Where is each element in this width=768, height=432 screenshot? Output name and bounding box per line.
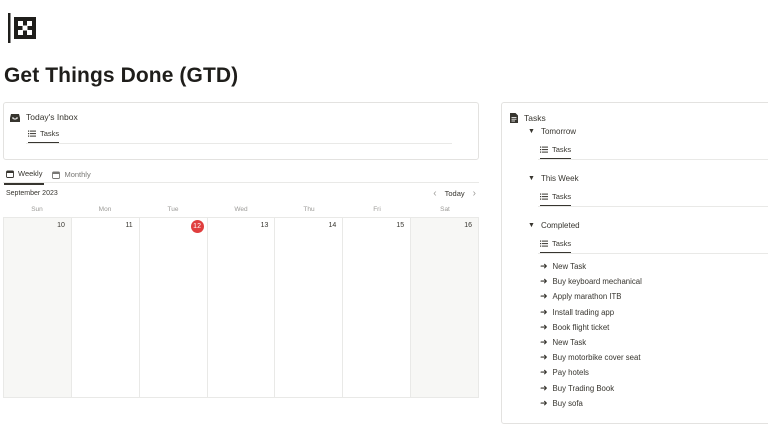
tasks-header[interactable]: Tasks xyxy=(510,113,546,123)
arrow-right-icon: ➜ xyxy=(540,337,548,348)
calendar-day-cell[interactable]: 10 xyxy=(4,218,72,397)
weekday-label: Sat xyxy=(440,206,450,213)
tasks-title: Tasks xyxy=(524,113,546,123)
tasks-database: Tasks ▼ Tomorrow Tasks ▼ This Week Tasks… xyxy=(501,102,768,424)
task-title: Apply marathon ITB xyxy=(552,292,622,302)
task-item[interactable]: ➜ New Task xyxy=(540,335,642,350)
arrow-right-icon: ➜ xyxy=(540,291,548,302)
inbox-title: Today's Inbox xyxy=(26,112,78,122)
completed-tab-tasks[interactable]: Tasks xyxy=(540,239,572,254)
chevron-left-icon[interactable]: ‹ xyxy=(433,188,436,199)
tab-label: Tasks xyxy=(552,239,572,248)
task-item[interactable]: ➜ New Task xyxy=(540,259,642,274)
triangle-down-icon: ▼ xyxy=(528,175,535,182)
inbox-tab-tasks[interactable]: Tasks xyxy=(28,129,60,144)
chevron-right-icon[interactable]: › xyxy=(473,188,476,199)
calendar-day-cell[interactable]: 16 xyxy=(411,218,479,397)
inbox-header[interactable]: Today's Inbox xyxy=(10,112,78,122)
day-number: 11 xyxy=(125,222,133,229)
calendar-icon xyxy=(6,170,14,178)
group-toggle-this-week[interactable]: ▼ This Week xyxy=(528,174,579,183)
arrow-right-icon: ➜ xyxy=(540,367,548,378)
task-title: Buy sofa xyxy=(552,398,583,408)
document-icon xyxy=(510,113,518,123)
arrow-right-icon: ➜ xyxy=(540,306,548,317)
inbox-tray-icon xyxy=(10,113,20,122)
calendar-week-grid: 10 11 12 13 14 15 16 xyxy=(3,217,479,398)
task-item[interactable]: ➜ Buy Trading Book xyxy=(540,381,642,396)
task-item[interactable]: ➜ Install trading app xyxy=(540,305,642,320)
weekday-label: Tue xyxy=(167,206,179,213)
task-item[interactable]: ➜ Book flight ticket xyxy=(540,320,642,335)
day-number: 14 xyxy=(328,222,337,229)
inbox-tab-divider xyxy=(26,143,452,144)
tomorrow-tab-tasks[interactable]: Tasks xyxy=(540,145,572,160)
group-toggle-completed[interactable]: ▼ Completed xyxy=(528,221,580,230)
task-title: Buy keyboard mechanical xyxy=(552,277,642,287)
tab-label: Tasks xyxy=(552,145,572,154)
group-label: Completed xyxy=(540,221,580,230)
weekday-label: Fri xyxy=(373,206,381,213)
tab-label: Tasks xyxy=(552,192,572,201)
calendar-day-cell[interactable]: 15 xyxy=(343,218,412,397)
arrow-right-icon: ➜ xyxy=(540,382,548,393)
triangle-down-icon: ▼ xyxy=(528,128,535,135)
task-title: Install trading app xyxy=(552,307,615,317)
inbox-tab-label: Tasks xyxy=(40,129,60,138)
task-title: Book flight ticket xyxy=(552,322,610,332)
tab-divider xyxy=(538,253,768,254)
arrow-right-icon: ➜ xyxy=(540,397,548,408)
tab-weekly-label: Weekly xyxy=(18,169,43,178)
calendar-nav: ‹ Today › xyxy=(433,188,476,199)
calendar-day-cell[interactable]: 12 xyxy=(139,218,208,397)
tab-monthly-label: Monthly xyxy=(64,170,91,179)
calendar-weekday-header: Sun Mon Tue Wed Thu Fri Sat xyxy=(3,206,479,213)
calendar-day-cell[interactable]: 13 xyxy=(207,218,276,397)
page-title: Get Things Done (GTD) xyxy=(4,64,239,87)
list-icon xyxy=(28,130,36,137)
today-button[interactable]: Today xyxy=(445,189,465,198)
today-day-number: 12 xyxy=(190,220,204,233)
day-number: 15 xyxy=(396,222,405,229)
arrow-right-icon: ➜ xyxy=(540,321,548,332)
list-icon xyxy=(540,146,548,153)
task-item[interactable]: ➜ Buy motorbike cover seat xyxy=(540,350,642,365)
weekday-label: Mon xyxy=(98,206,112,213)
task-item[interactable]: ➜ Pay hotels xyxy=(540,365,642,380)
task-item[interactable]: ➜ Apply marathon ITB xyxy=(540,289,642,304)
group-label: Tomorrow xyxy=(540,127,577,136)
weekday-label: Wed xyxy=(234,206,248,213)
group-toggle-tomorrow[interactable]: ▼ Tomorrow xyxy=(528,127,576,136)
arrow-right-icon: ➜ xyxy=(540,352,548,363)
calendar-icon xyxy=(52,171,61,179)
page-logo-icon xyxy=(8,13,36,43)
weekday-label: Thu xyxy=(303,206,315,213)
task-item[interactable]: ➜ Buy sofa xyxy=(540,396,642,411)
calendar-month-label: September 2023 xyxy=(6,190,58,197)
task-title: Buy motorbike cover seat xyxy=(552,353,641,363)
group-label: This Week xyxy=(540,174,579,183)
task-title: Buy Trading Book xyxy=(552,383,615,393)
task-title: Pay hotels xyxy=(552,368,589,378)
tab-divider xyxy=(538,159,768,160)
task-item[interactable]: ➜ Buy keyboard mechanical xyxy=(540,274,642,289)
arrow-right-icon: ➜ xyxy=(540,261,548,272)
task-title: New Task xyxy=(552,262,587,272)
calendar-day-cell[interactable]: 11 xyxy=(71,218,140,397)
completed-task-list: ➜ New Task ➜ Buy keyboard mechanical ➜ Appl… xyxy=(540,259,642,411)
triangle-down-icon: ▼ xyxy=(528,222,535,229)
weekday-label: Sun xyxy=(31,206,43,213)
this-week-tab-tasks[interactable]: Tasks xyxy=(540,192,572,207)
tab-divider xyxy=(538,206,768,207)
list-icon xyxy=(540,193,548,200)
calendar-day-cell[interactable]: 14 xyxy=(275,218,344,397)
list-icon xyxy=(540,240,548,247)
calendar-tab-divider xyxy=(3,182,479,183)
arrow-right-icon: ➜ xyxy=(540,276,548,287)
day-number: 16 xyxy=(464,222,473,229)
inbox-database: Today's Inbox Tasks xyxy=(3,102,479,160)
day-number: 13 xyxy=(260,222,269,229)
task-title: New Task xyxy=(552,338,587,348)
day-number: 10 xyxy=(57,222,65,229)
